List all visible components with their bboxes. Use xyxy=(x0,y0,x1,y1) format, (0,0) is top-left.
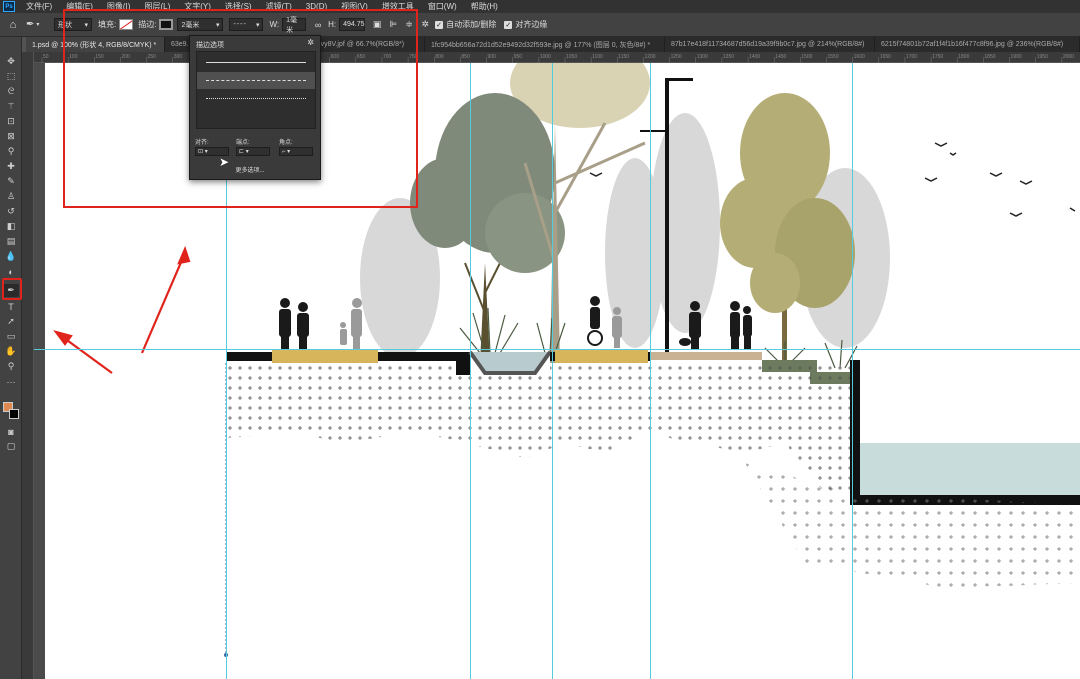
brush-icon[interactable]: ✎ xyxy=(3,175,19,188)
ruler-tick-label: 1000 xyxy=(540,54,551,60)
ruler-tick-label: 950 xyxy=(514,54,523,60)
ruler-tick-label: 1050 xyxy=(566,54,577,60)
ruler-tick-label: 1350 xyxy=(723,54,734,60)
green-tree xyxy=(410,93,565,363)
ruler-tick-label: 1700 xyxy=(906,54,917,60)
ruler-tick-label: 1550 xyxy=(828,54,839,60)
gear-icon[interactable]: ✲ xyxy=(419,19,431,31)
marquee-icon[interactable]: ⬚ xyxy=(3,70,19,83)
ruler-tick-label: 1500 xyxy=(801,54,812,60)
ruler-tick-label: 1100 xyxy=(592,54,603,60)
ruler-tick-label: 50 xyxy=(43,54,49,60)
highlight-box-pen-tool xyxy=(2,278,22,300)
ruler-tick-label: 1900 xyxy=(1011,54,1022,60)
vertical-guide[interactable] xyxy=(470,63,471,679)
ruler-tick-label: 800 xyxy=(435,54,444,60)
vertical-ruler[interactable] xyxy=(22,52,34,679)
blur-icon[interactable]: 💧 xyxy=(3,250,19,263)
annotation-arrows xyxy=(53,245,191,374)
auto-add-delete-checkbox[interactable]: ✓ xyxy=(435,20,444,29)
pen-icon: ✒ xyxy=(26,19,35,30)
hand-icon[interactable]: ✋ xyxy=(3,345,19,358)
ruler-tick-label: 1450 xyxy=(775,54,786,60)
tools-panel: ✥ ⬚ ᘓ ⚚ ⊡ ⊠ ⚲ ✚ ✎ ♙ ↺ ◧ ▤ 💧 ◐ ✒ T ➚ ▭ ✋ … xyxy=(0,37,22,679)
ruler-tick-label: 1600 xyxy=(854,54,865,60)
align-edges-checkbox[interactable]: ✓ xyxy=(504,20,513,29)
ruler-tick-label: 850 xyxy=(461,54,470,60)
ruler-tick-label: 900 xyxy=(488,54,497,60)
background-color[interactable] xyxy=(9,409,19,419)
color-swatches[interactable] xyxy=(3,402,19,420)
history-brush-icon[interactable]: ↺ xyxy=(3,205,19,218)
ruler-tick-label: 1850 xyxy=(984,54,995,60)
ruler-tick-label: 2000 xyxy=(1063,54,1074,60)
screen-mode-icon[interactable]: ▢ xyxy=(3,440,19,453)
menu-window[interactable]: 窗口(W) xyxy=(421,1,464,12)
document-tab[interactable]: 87b17e418f11734687d56d19a39f9b0c7.jpg @ … xyxy=(665,37,875,52)
ruler-tick-label: 1800 xyxy=(958,54,969,60)
vertical-guide[interactable] xyxy=(650,63,651,679)
tool-preset-picker[interactable]: ✒ ▾ xyxy=(26,19,54,30)
menu-help[interactable]: 帮助(H) xyxy=(464,1,505,12)
highlight-box-options xyxy=(63,9,418,208)
frame-icon[interactable]: ⊠ xyxy=(3,130,19,143)
ruler-tick-label: 1750 xyxy=(932,54,943,60)
rectangle-icon[interactable]: ▭ xyxy=(3,330,19,343)
ruler-tick-label: 1150 xyxy=(618,54,629,60)
home-icon[interactable]: ⌂ xyxy=(0,19,26,31)
menu-file[interactable]: 文件(F) xyxy=(19,1,59,12)
auto-add-delete-label: 自动添加/删除 xyxy=(446,20,497,29)
move-icon[interactable]: ✥ xyxy=(3,55,19,68)
more-icon[interactable]: ··· xyxy=(3,375,19,388)
quick-mask-icon[interactable]: ◙ xyxy=(3,425,19,438)
eraser-icon[interactable]: ◧ xyxy=(3,220,19,233)
path-select-icon[interactable]: ➚ xyxy=(3,315,19,328)
document-tab[interactable]: 1fc954bb656a72d1d52e9492d32f593e.jpg @ 1… xyxy=(425,37,665,52)
stamp-icon[interactable]: ♙ xyxy=(3,190,19,203)
document-tab[interactable]: 6215f74801b72af1f4f1b16f477c8f96.jpg @ 2… xyxy=(875,37,1080,52)
eyedropper-icon[interactable]: ⚲ xyxy=(3,145,19,158)
zoom-icon[interactable]: ⚲ xyxy=(3,360,19,373)
ruler-tick-label: 1950 xyxy=(1037,54,1048,60)
magic-wand-icon[interactable]: ⚚ xyxy=(3,100,19,113)
crop-icon[interactable]: ⊡ xyxy=(3,115,19,128)
ruler-tick-label: 1650 xyxy=(880,54,891,60)
ruler-tick-label: 1250 xyxy=(671,54,682,60)
ruler-tick-label: 1400 xyxy=(749,54,760,60)
lasso-icon[interactable]: ᘓ xyxy=(3,85,19,98)
horizontal-guide[interactable] xyxy=(34,349,1080,350)
tab-title: 1fc954bb656a72d1d52e9492d32f593e.jpg @ 1… xyxy=(431,41,651,49)
vertical-guide[interactable] xyxy=(852,63,853,679)
dodge-icon[interactable]: ◐ xyxy=(3,265,19,278)
healing-icon[interactable]: ✚ xyxy=(3,160,19,173)
tab-title: 87b17e418f11734687d56d19a39f9b0c7.jpg @ … xyxy=(671,41,865,48)
app-logo: Ps xyxy=(3,1,15,12)
gradient-icon[interactable]: ▤ xyxy=(3,235,19,248)
text-icon[interactable]: T xyxy=(3,300,19,313)
chevron-down-icon: ▾ xyxy=(36,22,40,28)
ruler-tick-label: 1300 xyxy=(697,54,708,60)
vertical-guide[interactable] xyxy=(552,63,553,679)
tab-title: 6215f74801b72af1f4f1b16f477c8f96.jpg @ 2… xyxy=(881,41,1064,48)
align-edges-label: 对齐边缘 xyxy=(515,20,548,29)
ruler-tick-label: 1200 xyxy=(644,54,655,60)
